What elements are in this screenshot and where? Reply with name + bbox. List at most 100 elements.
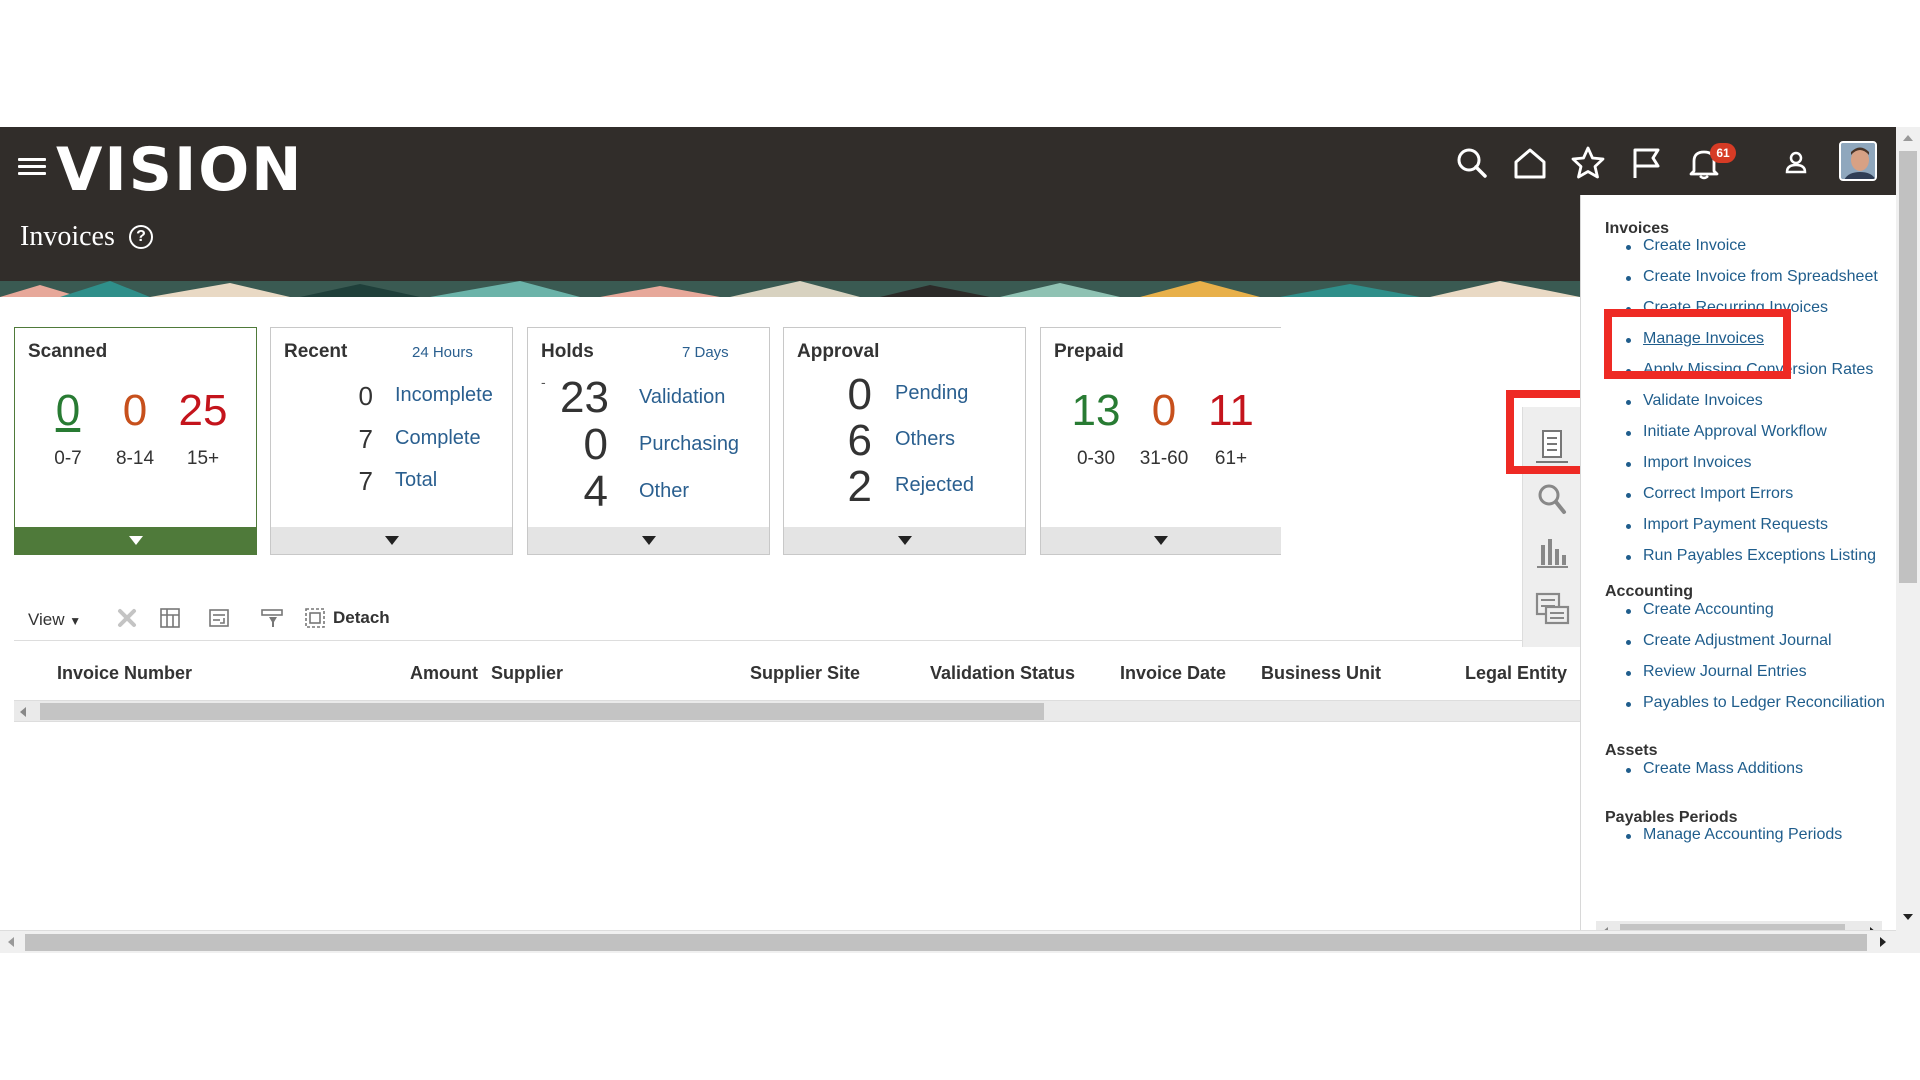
page-title: Invoices [20,221,115,252]
prepaid-61plus-count[interactable]: 11 [1196,386,1266,436]
scroll-left-icon[interactable] [8,937,14,947]
card-expand-toggle[interactable] [784,527,1025,554]
manage-accounting-periods-link[interactable]: Manage Accounting Periods [1643,826,1842,844]
payables-to-ledger-reconciliation-link[interactable]: Payables to Ledger Reconciliation [1643,694,1885,712]
recent-card[interactable]: Recent 24 Hours 0 Incomplete 7 Complete … [270,327,513,555]
tasks-icon[interactable] [1532,425,1572,465]
import-invoices-link[interactable]: Import Invoices [1643,454,1751,472]
scanned-card[interactable]: Scanned 0 0 25 0-7 8-14 15+ [14,327,257,555]
bucket-label: 0-7 [54,448,82,469]
delete-icon[interactable] [114,605,140,631]
scanned-0-7-count[interactable]: 0 [33,386,103,436]
view-label: View [28,610,65,629]
correct-import-errors-link[interactable]: Correct Import Errors [1643,485,1793,503]
lists-icon[interactable] [1532,589,1572,629]
detach-icon[interactable] [302,605,328,631]
row-count: 7 [358,466,373,496]
search-icon[interactable] [1454,145,1490,181]
complete-link[interactable]: Complete [395,427,481,450]
run-payables-exceptions-listing-link[interactable]: Run Payables Exceptions Listing [1643,547,1876,565]
avatar[interactable] [1839,141,1877,181]
user-icon[interactable] [1778,145,1814,181]
scroll-thumb[interactable] [40,703,1044,720]
caret-down-icon: ▼ [69,614,82,628]
card-title: Scanned [28,341,108,362]
bullet [1626,640,1631,645]
others-link[interactable]: Others [895,428,955,451]
create-mass-additions-link[interactable]: Create Mass Additions [1643,760,1803,778]
table-horizontal-scrollbar[interactable] [14,700,1580,722]
card-expand-toggle[interactable] [271,527,512,554]
home-icon[interactable] [1512,145,1548,181]
scroll-down-icon[interactable] [1903,914,1913,920]
column-header-business-unit[interactable]: Business Unit [1261,663,1381,684]
create-invoice-link[interactable]: Create Invoice [1643,237,1746,255]
create-accounting-link[interactable]: Create Accounting [1643,601,1774,619]
scanned-15plus-count[interactable]: 25 [168,386,238,436]
scroll-thumb[interactable] [1899,151,1917,583]
manage-invoices-link[interactable]: Manage Invoices [1643,330,1764,348]
prepaid-card[interactable]: Prepaid 13 0 11 0-30 31-60 61+ [1040,327,1281,555]
create-recurring-invoices-link[interactable]: Create Recurring Invoices [1643,299,1828,317]
top-margin [0,0,1920,127]
initiate-approval-workflow-link[interactable]: Initiate Approval Workflow [1643,423,1827,441]
bullet [1626,524,1631,529]
row-count: 4 [583,467,608,516]
column-header-invoice-number[interactable]: Invoice Number [57,663,192,684]
panel-drawer-tabs [1522,407,1580,647]
reports-icon[interactable] [1532,533,1572,573]
review-journal-entries-link[interactable]: Review Journal Entries [1643,663,1807,681]
star-icon[interactable] [1570,145,1606,181]
holds-card[interactable]: Holds 7 Days - 23 Validation 0 Purchasin… [527,327,770,555]
other-link[interactable]: Other [639,480,689,503]
bullet [1626,338,1631,343]
approval-card[interactable]: Approval 0 Pending 6 Others 2 Rejected [783,327,1026,555]
page-horizontal-scrollbar[interactable] [0,930,1896,953]
create-invoice-from-spreadsheet-link[interactable]: Create Invoice from Spreadsheet [1643,268,1878,286]
wrap-icon[interactable] [206,605,232,631]
prepaid-31-60-count[interactable]: 0 [1129,386,1199,436]
column-header-invoice-date[interactable]: Invoice Date [1120,663,1226,684]
scroll-left-icon[interactable] [20,707,26,717]
purchasing-link[interactable]: Purchasing [639,433,739,456]
column-header-supplier[interactable]: Supplier [491,663,563,684]
column-header-legal-entity[interactable]: Legal Entity [1465,663,1567,684]
search-panel-icon[interactable] [1532,479,1572,519]
validate-invoices-link[interactable]: Validate Invoices [1643,392,1763,410]
query-by-example-icon[interactable] [259,605,285,631]
total-link[interactable]: Total [395,469,437,492]
rejected-link[interactable]: Rejected [895,474,974,497]
app-window: VISION Invoices ? 61 Scanned 0 0 25 0-7 … [0,127,1920,953]
scanned-8-14-count[interactable]: 0 [100,386,170,436]
incomplete-link[interactable]: Incomplete [395,384,493,407]
validation-link[interactable]: Validation [639,386,725,409]
freeze-columns-icon[interactable] [157,605,183,631]
flag-icon[interactable] [1628,145,1664,181]
pending-link[interactable]: Pending [895,382,968,405]
bullet [1626,609,1631,614]
column-header-supplier-site[interactable]: Supplier Site [750,663,860,684]
column-header-validation-status[interactable]: Validation Status [930,663,1075,684]
page-vertical-scrollbar[interactable] [1896,127,1920,953]
scroll-up-icon[interactable] [1903,135,1913,141]
card-title: Holds [541,341,594,362]
menu-icon[interactable] [18,154,46,178]
view-menu[interactable]: View ▼ [28,610,81,630]
row-count: 7 [358,424,373,454]
vision-logo: VISION [56,135,304,205]
scroll-right-icon[interactable] [1880,937,1886,947]
column-header-amount[interactable]: Amount [410,663,478,684]
card-expand-toggle[interactable] [15,527,256,554]
create-adjustment-journal-link[interactable]: Create Adjustment Journal [1643,632,1832,650]
scroll-thumb[interactable] [25,934,1867,951]
prepaid-0-30-count[interactable]: 13 [1061,386,1131,436]
row-count: 23 [560,373,609,422]
help-icon[interactable]: ? [129,225,153,249]
bullet [1626,768,1631,773]
apply-missing-conversion-rates-link[interactable]: Apply Missing Conversion Rates [1643,361,1873,379]
card-expand-toggle[interactable] [528,527,769,554]
import-payment-requests-link[interactable]: Import Payment Requests [1643,516,1828,534]
card-expand-toggle[interactable] [1041,527,1281,554]
bullet [1626,369,1631,374]
detach-button[interactable]: Detach [333,608,390,628]
